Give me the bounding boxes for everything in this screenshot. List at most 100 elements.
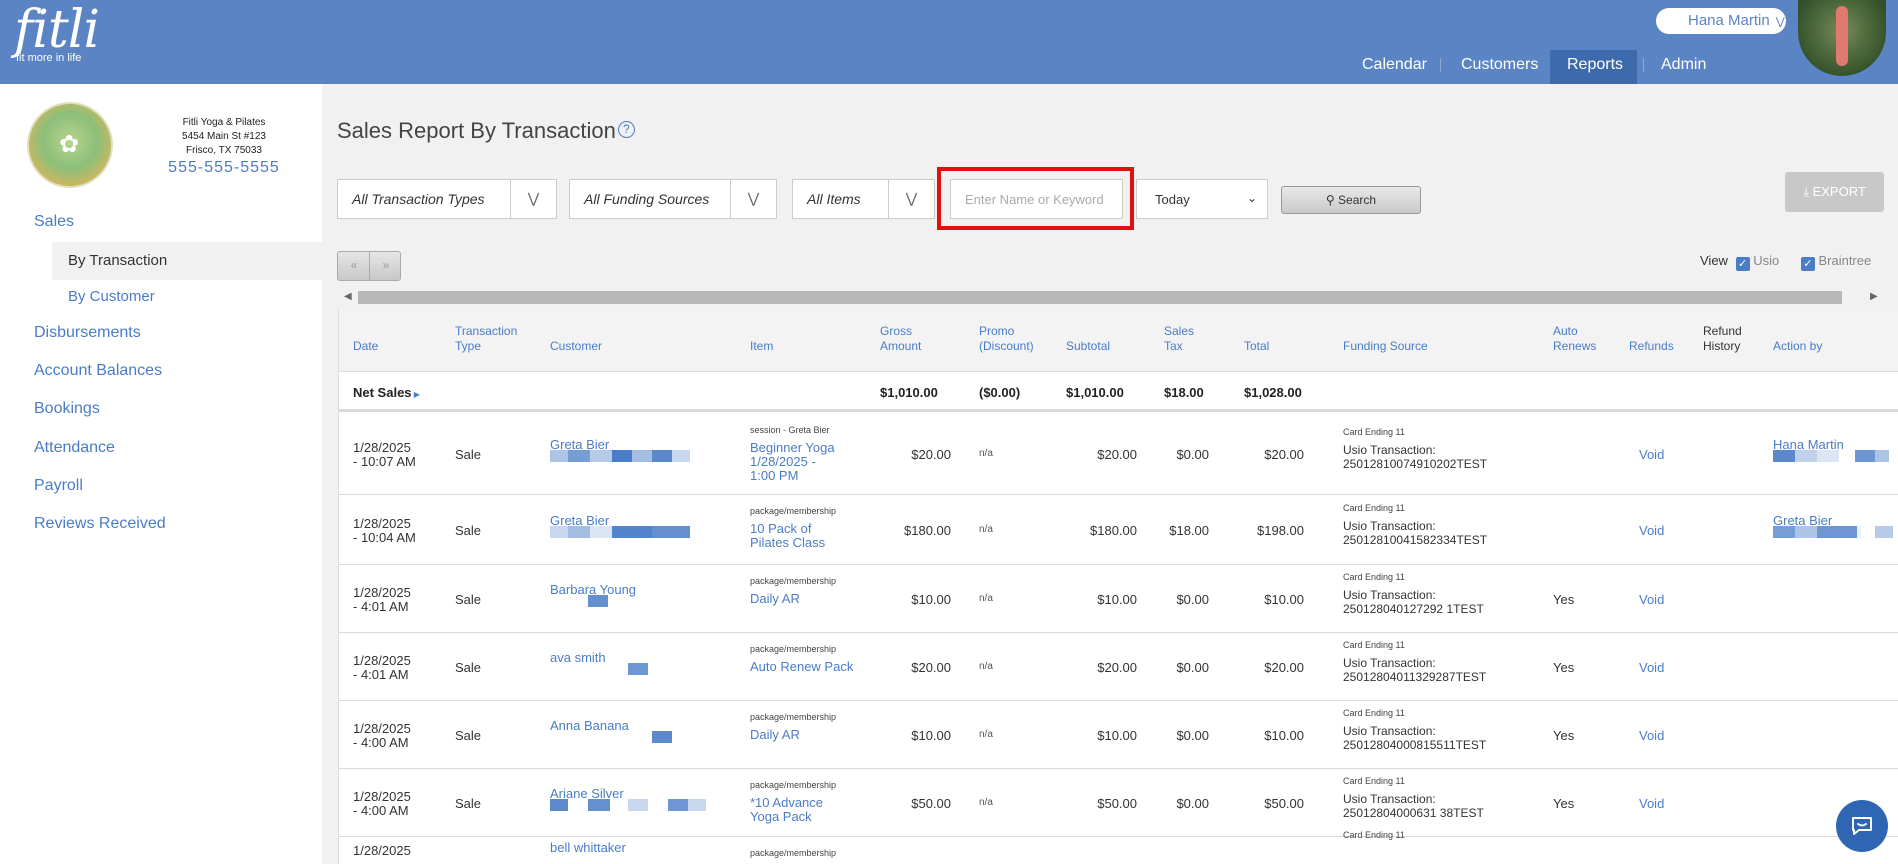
column-header-line1: Refund (1703, 324, 1742, 338)
table-row: 1/28/2025- 10:04 AM Sale Greta Bier package… (339, 496, 1898, 565)
column-header-subtotal[interactable]: Subtotal (1066, 324, 1110, 354)
column-header-line2: Item (750, 339, 774, 353)
scroll-left-icon[interactable]: ◀ (344, 289, 352, 305)
gross-amount: $10.00 (911, 592, 951, 607)
item-line1[interactable]: Auto Renew Pack (750, 659, 853, 674)
transaction-types-value: All Transaction Types (352, 191, 485, 207)
column-header-total[interactable]: Total (1244, 324, 1269, 354)
sidebar-item-reviews-received[interactable]: Reviews Received (34, 515, 166, 533)
keyword-search-input[interactable] (950, 179, 1123, 219)
nav-admin[interactable]: Admin (1661, 50, 1706, 84)
sidebar-item-account-balances[interactable]: Account Balances (34, 362, 162, 380)
funding-sources-filter[interactable]: All Funding Sources ⋁ (569, 179, 777, 219)
column-header-line2: Renews (1553, 339, 1597, 353)
column-header-line1: Transaction (455, 324, 518, 338)
sidebar-item-bookings[interactable]: Bookings (34, 400, 100, 418)
item-line2[interactable]: Pilates Class (750, 535, 825, 550)
column-header-promo-discount[interactable]: Promo (Discount) (979, 324, 1034, 354)
scrollbar-thumb[interactable] (358, 291, 1842, 304)
export-button-label: EXPORT (1812, 184, 1866, 199)
transaction-types-filter[interactable]: All Transaction Types ⋁​ (337, 179, 557, 219)
void-link[interactable]: Void (1639, 523, 1664, 538)
column-header-action-by[interactable]: Action by (1773, 324, 1822, 354)
studio-info: Fitli Yoga & Pilates 5454 Main St #123 F… (150, 116, 298, 176)
item-line1[interactable]: *10 Advance (750, 795, 823, 810)
column-header-line1 (750, 324, 773, 339)
promo-discount: n/a (979, 524, 993, 535)
total: $10.00 (1264, 592, 1304, 607)
item-line3[interactable]: 1:00 PM (750, 468, 798, 483)
item-line1[interactable]: Daily AR (750, 591, 800, 606)
next-page-button[interactable]: » (370, 258, 402, 272)
total: $20.00 (1264, 447, 1304, 462)
customer-name[interactable]: Anna Banana (550, 718, 629, 733)
double-chevron-down-icon[interactable]: ⋁ (888, 180, 934, 218)
date-range-select[interactable]: Today ⌄ (1136, 179, 1268, 219)
item-line2[interactable]: 1/28/2025 - (750, 454, 816, 469)
item-line1[interactable]: Beginner Yoga (750, 440, 835, 455)
help-icon[interactable]: ? (617, 121, 635, 138)
search-button[interactable]: ⚲ Search (1281, 186, 1421, 214)
transaction-type: Sale (455, 660, 482, 675)
export-button[interactable]: ⤓ EXPORT (1785, 172, 1884, 212)
funding-transaction-id: 25012804011329287TEST (1343, 670, 1487, 684)
column-header-item[interactable]: Item (750, 324, 773, 354)
void-link[interactable]: Void (1639, 592, 1664, 607)
funding-processor: Usio Transaction: (1343, 656, 1436, 670)
scroll-right-icon[interactable]: ▶ (1870, 289, 1878, 305)
item-line1[interactable]: Daily AR (750, 727, 800, 742)
redacted-segment (590, 526, 612, 538)
redacted-segment (568, 526, 590, 538)
column-header-funding-source[interactable]: Funding Source (1343, 324, 1428, 354)
chat-button[interactable] (1836, 800, 1888, 852)
customer-name[interactable]: bell whittaker (550, 840, 626, 855)
sidebar-item-by-customer[interactable]: By Customer (52, 278, 322, 316)
sidebar-item-payroll[interactable]: Payroll (34, 477, 83, 495)
transaction-type: Sale (455, 523, 482, 538)
redacted-segment (1857, 526, 1861, 538)
customer-name[interactable]: ava smith (550, 650, 606, 665)
date-line2: - 10:07 AM (353, 454, 416, 469)
usio-checkbox[interactable]: ✓ (1735, 257, 1750, 271)
sidebar-item-attendance[interactable]: Attendance (34, 439, 115, 457)
date-line2: - 10:04 AM (353, 530, 416, 545)
nav-reports[interactable]: Reports (1550, 50, 1637, 84)
void-link[interactable]: Void (1639, 796, 1664, 811)
studio-phone[interactable]: 555-555-5555 (150, 160, 298, 176)
item-line2[interactable]: Yoga Pack (750, 809, 812, 824)
top-header: fitli fit more in life Hana Martin ⋁ Cale… (0, 0, 1898, 84)
items-filter[interactable]: All Items ⋁ (792, 179, 935, 219)
promo-discount: n/a (979, 593, 993, 604)
sidebar-item-disbursements[interactable]: Disbursements (34, 324, 141, 342)
column-header-gross-amount[interactable]: Gross Amount (880, 324, 921, 354)
void-link[interactable]: Void (1639, 660, 1664, 675)
column-header-refunds[interactable]: Refunds (1629, 324, 1674, 354)
prev-page-button[interactable]: « (338, 258, 370, 272)
subtotal: $10.00 (1097, 728, 1137, 743)
sales-tax: $18.00 (1169, 523, 1209, 538)
double-chevron-down-icon[interactable]: ⋁ (730, 180, 776, 218)
total: $50.00 (1264, 796, 1304, 811)
sales-tax: $0.00 (1176, 447, 1209, 462)
nav-customers[interactable]: Customers (1461, 50, 1538, 84)
date-line2: - 4:01 AM (353, 599, 409, 614)
void-link[interactable]: Void (1639, 447, 1664, 462)
sidebar-item-by-transaction[interactable]: By Transaction (52, 242, 322, 280)
column-header-customer[interactable]: Customer (550, 324, 602, 354)
sidebar-item-sales[interactable]: Sales (34, 213, 74, 231)
chevron-down-icon: ⋁ (1775, 16, 1785, 28)
column-header-auto-renews[interactable]: Auto Renews (1553, 324, 1596, 354)
column-header-sales-tax[interactable]: Sales Tax (1164, 324, 1194, 354)
void-link[interactable]: Void (1639, 728, 1664, 743)
user-menu[interactable]: Hana Martin ⋁ (1656, 8, 1786, 34)
nav-calendar[interactable]: Calendar (1362, 50, 1427, 84)
column-header-transaction-type[interactable]: Transaction Type (455, 324, 517, 354)
subtotal: $20.00 (1097, 660, 1137, 675)
horizontal-scrollbar[interactable]: ◀ ▶ (338, 289, 1882, 305)
funding-transaction-id: 25012804000815511TEST (1343, 738, 1487, 752)
double-chevron-down-icon[interactable]: ⋁​ (510, 180, 556, 218)
item-line1[interactable]: 10 Pack of (750, 521, 811, 536)
column-header-date[interactable]: Date (353, 324, 378, 354)
net-sales-label[interactable]: Net Sales ▶ (353, 385, 420, 400)
braintree-checkbox[interactable]: ✓ (1800, 257, 1815, 271)
